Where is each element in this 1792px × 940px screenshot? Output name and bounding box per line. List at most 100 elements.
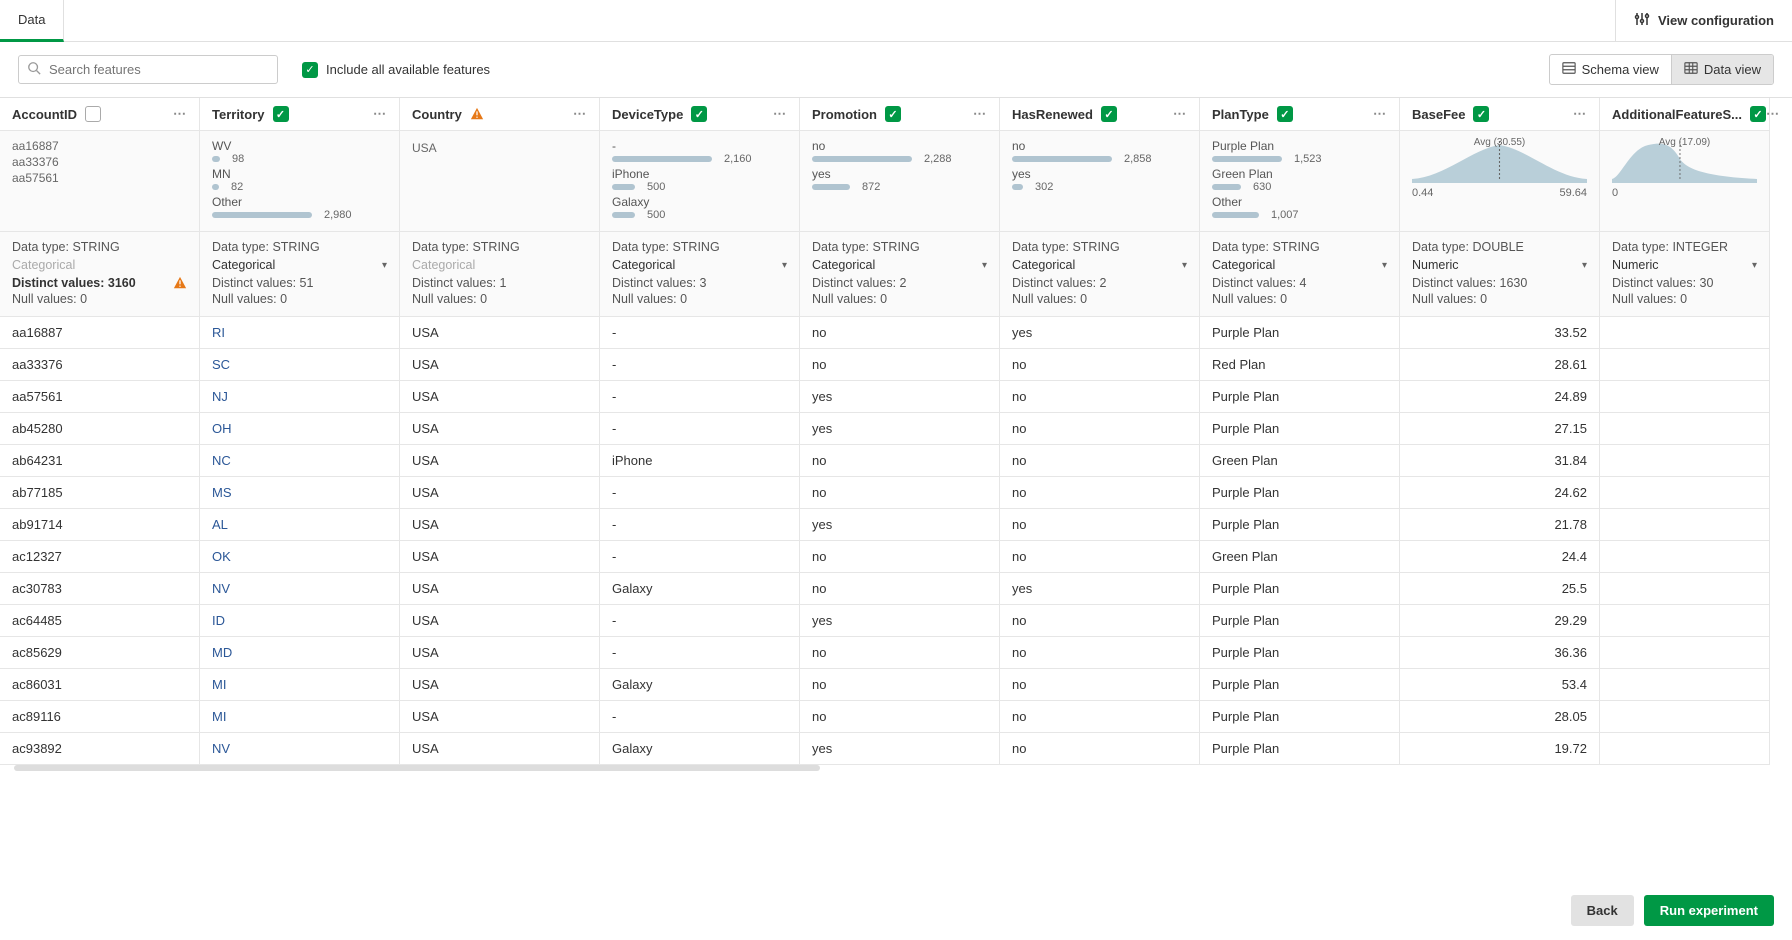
table-cell: yes <box>1000 317 1200 349</box>
column-header[interactable]: PlanType✓⋯ <box>1200 98 1400 131</box>
run-experiment-button[interactable]: Run experiment <box>1644 895 1774 926</box>
table-cell: NV <box>200 573 400 605</box>
check-icon[interactable]: ✓ <box>691 106 707 122</box>
checkbox-icon[interactable] <box>85 106 101 122</box>
table-cell: 24.89 <box>1400 381 1600 413</box>
feature-type-select[interactable]: Categorical▾ <box>612 258 787 272</box>
table-cell: Purple Plan <box>1200 701 1400 733</box>
more-icon[interactable]: ⋯ <box>973 106 987 122</box>
table-cell: 31.84 <box>1400 445 1600 477</box>
table-cell: USA <box>400 541 600 573</box>
table-cell: - <box>600 381 800 413</box>
check-icon[interactable]: ✓ <box>1101 106 1117 122</box>
more-icon[interactable]: ⋯ <box>1766 106 1780 122</box>
more-icon[interactable]: ⋯ <box>773 106 787 122</box>
view-configuration-button[interactable]: View configuration <box>1615 0 1792 42</box>
horizontal-scrollbar[interactable] <box>14 765 820 771</box>
table-cell: - <box>600 477 800 509</box>
column-header[interactable]: AdditionalFeatureS...✓⋯ <box>1600 98 1770 131</box>
warning-icon <box>173 276 187 290</box>
include-all-checkbox[interactable]: ✓ Include all available features <box>302 62 490 78</box>
column-header[interactable]: AccountID ⋯ <box>0 98 200 131</box>
table-cell: Purple Plan <box>1200 669 1400 701</box>
table-cell: yes <box>800 381 1000 413</box>
table-cell: no <box>1000 349 1200 381</box>
sample-value: USA <box>412 141 587 155</box>
feature-type-select[interactable]: Numeric▾ <box>1612 258 1757 272</box>
feature-type-select[interactable]: Numeric▾ <box>1412 258 1587 272</box>
dist-row: MN82 <box>212 167 387 193</box>
chevron-down-icon[interactable]: ▾ <box>1382 260 1387 271</box>
column-header[interactable]: Territory✓⋯ <box>200 98 400 131</box>
table-cell: Green Plan <box>1200 445 1400 477</box>
schema-view-button[interactable]: Schema view <box>1550 55 1671 84</box>
check-icon[interactable]: ✓ <box>273 106 289 122</box>
more-icon[interactable]: ⋯ <box>1173 106 1187 122</box>
chevron-down-icon[interactable]: ▾ <box>382 260 387 271</box>
table-cell: NC <box>200 445 400 477</box>
table-cell: Purple Plan <box>1200 509 1400 541</box>
table-cell: Purple Plan <box>1200 605 1400 637</box>
more-icon[interactable]: ⋯ <box>1573 106 1587 122</box>
distinct-values: Distinct values: 1 <box>412 276 587 290</box>
dist-row: yes872 <box>812 167 987 193</box>
data-view-button[interactable]: Data view <box>1671 55 1773 84</box>
feature-type-select[interactable]: Categorical▾ <box>1212 258 1387 272</box>
search-features-input[interactable] <box>18 55 278 84</box>
table-cell: Galaxy <box>600 669 800 701</box>
chevron-down-icon[interactable]: ▾ <box>1182 260 1187 271</box>
sample-value: aa16887 <box>12 139 187 153</box>
feature-type-select[interactable]: Categorical▾ <box>812 258 987 272</box>
column-header[interactable]: Promotion✓⋯ <box>800 98 1000 131</box>
distinct-values: Distinct values: 2 <box>1012 276 1187 290</box>
table-cell: USA <box>400 573 600 605</box>
distinct-values: Distinct values: 1630 <box>1412 276 1587 290</box>
table-cell <box>1600 733 1770 765</box>
table-cell <box>1600 381 1770 413</box>
column-header[interactable]: DeviceType✓⋯ <box>600 98 800 131</box>
search-field[interactable] <box>47 61 269 78</box>
data-view-label: Data view <box>1704 62 1761 77</box>
table-cell: no <box>800 541 1000 573</box>
more-icon[interactable]: ⋯ <box>573 106 587 122</box>
table-cell: 24.62 <box>1400 477 1600 509</box>
check-icon[interactable]: ✓ <box>1473 106 1489 122</box>
column-header[interactable]: BaseFee✓⋯ <box>1400 98 1600 131</box>
check-icon[interactable]: ✓ <box>885 106 901 122</box>
table-cell: USA <box>400 733 600 765</box>
distinct-values: Distinct values: 3 <box>612 276 787 290</box>
table-cell: ac85629 <box>0 637 200 669</box>
chevron-down-icon[interactable]: ▾ <box>1752 260 1757 271</box>
more-icon[interactable]: ⋯ <box>1373 106 1387 122</box>
search-icon <box>27 61 41 78</box>
check-icon[interactable]: ✓ <box>1277 106 1293 122</box>
chevron-down-icon[interactable]: ▾ <box>782 260 787 271</box>
column-header[interactable]: HasRenewed✓⋯ <box>1000 98 1200 131</box>
table-cell: 19.72 <box>1400 733 1600 765</box>
table-cell: OK <box>200 541 400 573</box>
table-cell: ac93892 <box>0 733 200 765</box>
column-header[interactable]: Country⋯ <box>400 98 600 131</box>
chevron-down-icon[interactable]: ▾ <box>982 260 987 271</box>
table-cell: AL <box>200 509 400 541</box>
back-button[interactable]: Back <box>1571 895 1634 926</box>
feature-type-select: Categorical <box>412 258 587 272</box>
schema-view-label: Schema view <box>1582 62 1659 77</box>
table-cell: Galaxy <box>600 573 800 605</box>
column-name: AccountID <box>12 107 77 122</box>
feature-type-select[interactable]: Categorical▾ <box>1012 258 1187 272</box>
table-cell: Purple Plan <box>1200 317 1400 349</box>
check-icon[interactable]: ✓ <box>1750 106 1766 122</box>
more-icon[interactable]: ⋯ <box>173 106 187 122</box>
table-cell: Purple Plan <box>1200 413 1400 445</box>
chevron-down-icon[interactable]: ▾ <box>1582 260 1587 271</box>
distribution-spark: Avg (17.09) <box>1612 139 1757 183</box>
tab-data[interactable]: Data <box>0 0 64 42</box>
view-configuration-label: View configuration <box>1658 13 1774 28</box>
more-icon[interactable]: ⋯ <box>373 106 387 122</box>
distinct-values: Distinct values: 30 <box>1612 276 1757 290</box>
table-cell: no <box>1000 605 1200 637</box>
table-cell: USA <box>400 349 600 381</box>
table-cell: - <box>600 349 800 381</box>
feature-type-select[interactable]: Categorical▾ <box>212 258 387 272</box>
